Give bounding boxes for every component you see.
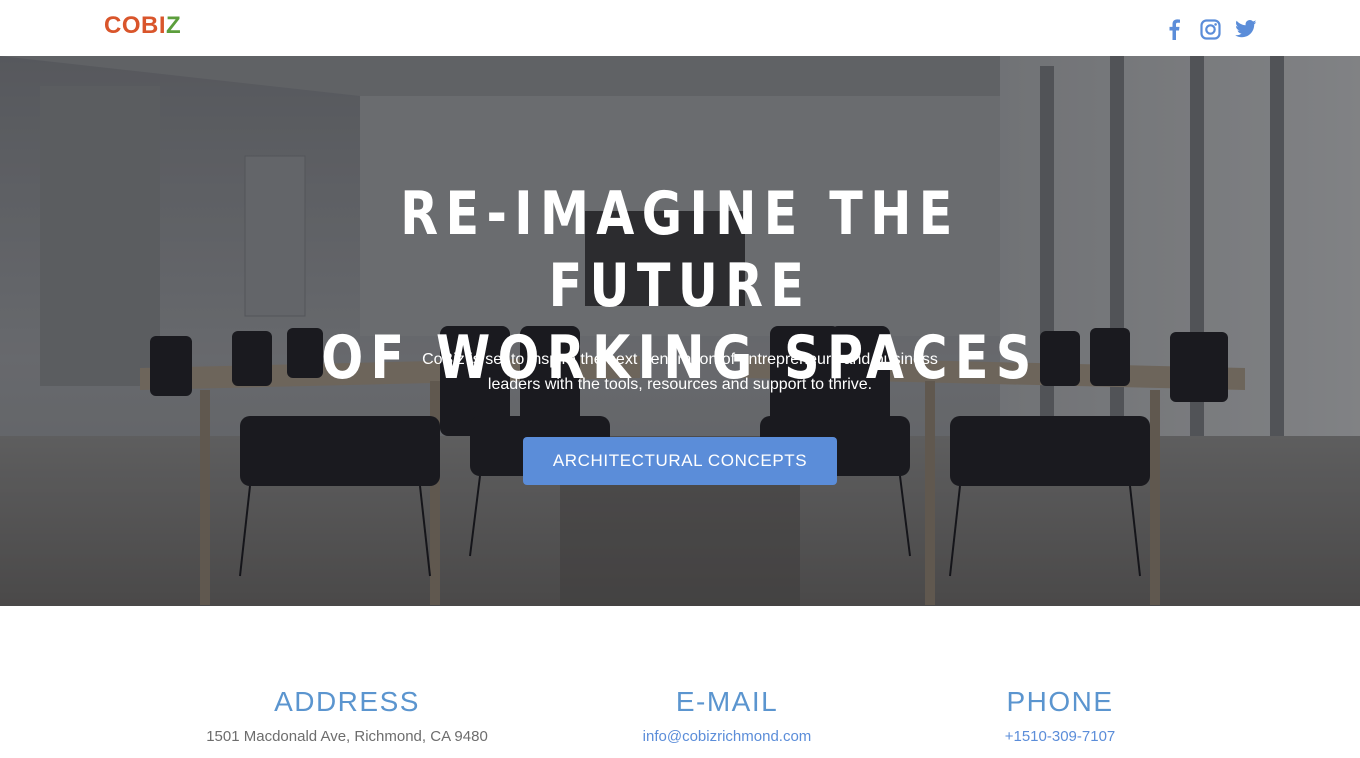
instagram-icon[interactable] [1198, 17, 1222, 41]
twitter-icon[interactable] [1234, 17, 1258, 41]
logo-text-accent: Z [166, 12, 182, 39]
facebook-icon[interactable] [1162, 17, 1186, 41]
phone-block: PHONE +1510-309-7107 [910, 684, 1210, 748]
hero-subtitle-line2: leaders with the tools, resources and su… [487, 376, 873, 393]
phone-heading: PHONE [1006, 686, 1114, 717]
hero-subtitle-line1: CoBiz is set to inspire the next generat… [422, 351, 938, 368]
email-heading: E-MAIL [675, 686, 779, 717]
hero-subtitle: CoBiz is set to inspire the next generat… [380, 347, 980, 397]
contact-section: ADDRESS 1501 Macdonald Ave, Richmond, CA… [0, 606, 1360, 758]
architectural-concepts-button[interactable]: ARCHITECTURAL CONCEPTS [523, 437, 837, 485]
logo-text-main: COBI [104, 12, 166, 39]
hero-title-line1: RE-IMAGINE THE FUTURE [400, 179, 960, 321]
site-header: COBIZ [0, 0, 1360, 56]
email-block: E-MAIL info@cobizrichmond.com [527, 684, 927, 748]
cobiz-logo[interactable]: COBIZ [104, 11, 181, 41]
phone-link[interactable]: +1510-309-7107 [1005, 728, 1116, 745]
address-block: ADDRESS 1501 Macdonald Ave, Richmond, CA… [147, 684, 547, 748]
address-value: 1501 Macdonald Ave, Richmond, CA 9480 [206, 728, 488, 745]
social-links [1162, 17, 1258, 41]
email-link[interactable]: info@cobizrichmond.com [643, 728, 812, 745]
address-heading: ADDRESS [274, 686, 420, 717]
hero-section: RE-IMAGINE THE FUTURE OF WORKING SPACES … [0, 56, 1360, 606]
